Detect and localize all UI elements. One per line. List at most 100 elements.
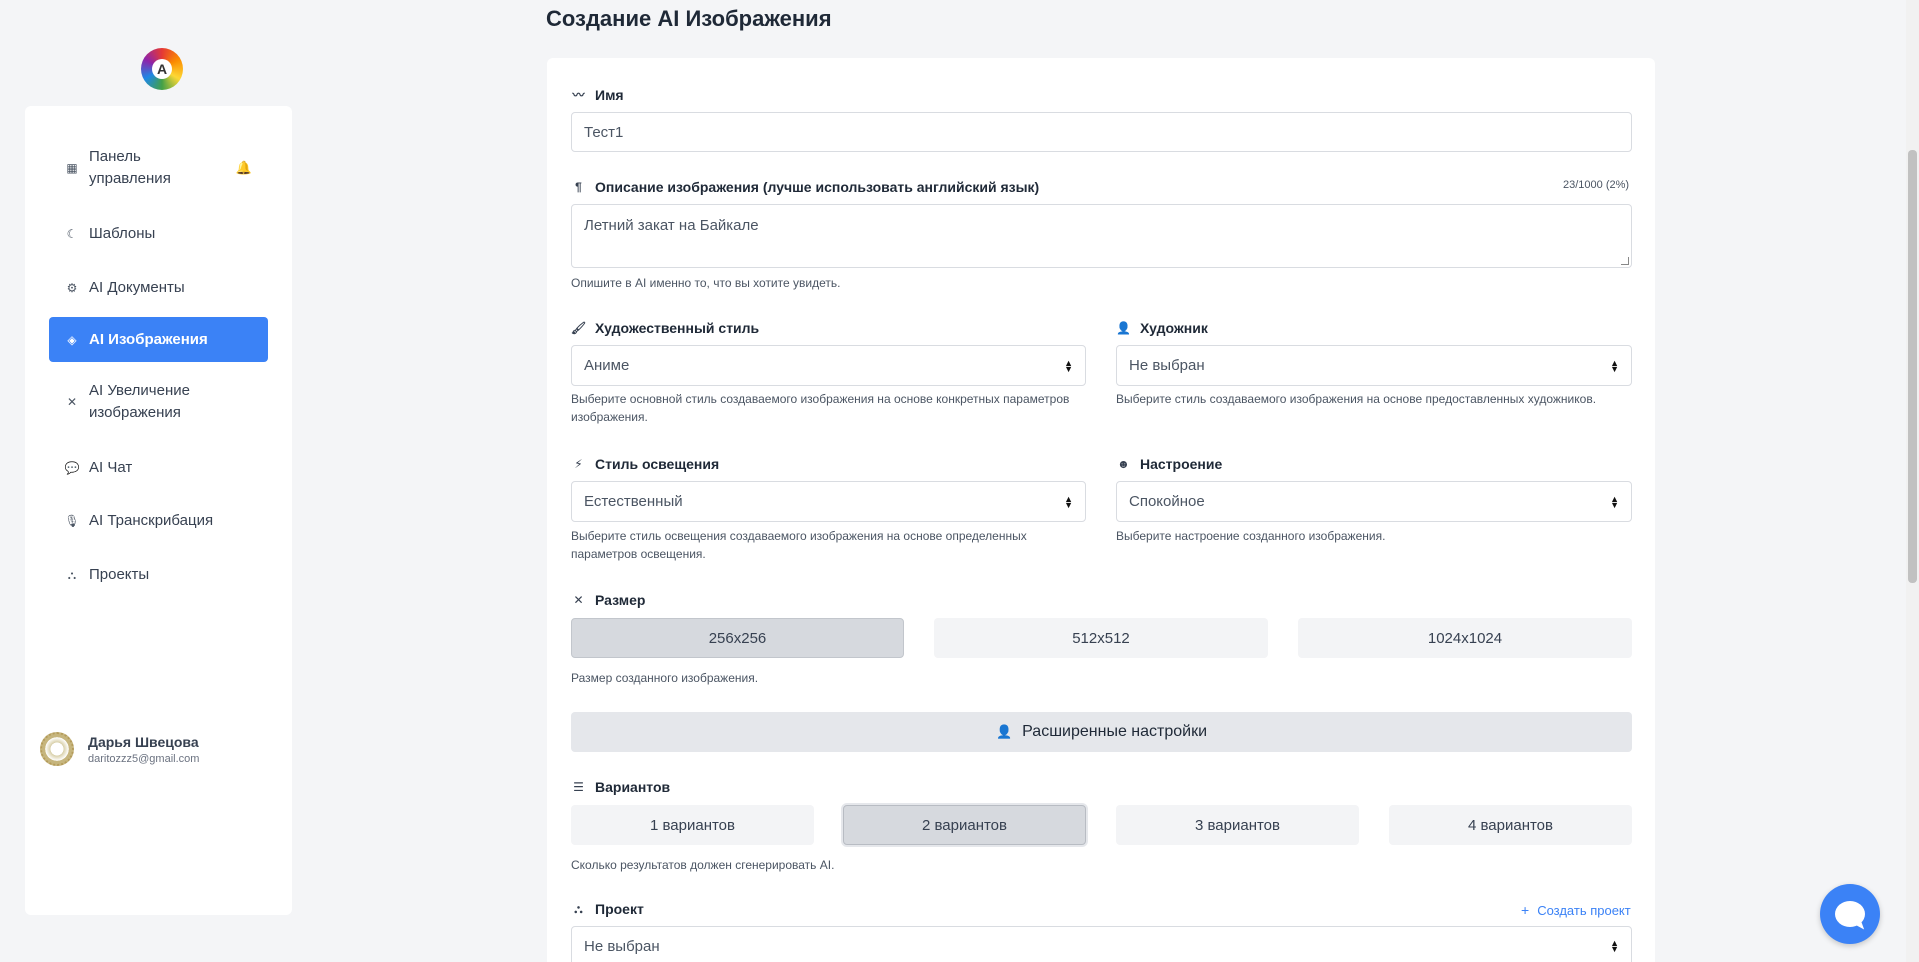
- lighting-value: Естественный: [584, 493, 683, 510]
- sidebar-item-ai-chat[interactable]: 💬 AI Чат: [49, 446, 268, 490]
- sidebar-item-label: AI Чат: [89, 459, 133, 476]
- create-project-link[interactable]: + Создать проект: [1521, 902, 1631, 918]
- project-diagram-icon: ⛬: [574, 901, 583, 916]
- lighting-label-text: Стиль освещения: [595, 456, 720, 472]
- avatar: [40, 732, 74, 766]
- logo-letter: A: [156, 61, 168, 77]
- size-hint: Размер созданного изображения.: [571, 671, 759, 685]
- mood-select[interactable]: Спокойное ▲ ▼: [1116, 481, 1632, 522]
- microphone-icon: 🎙: [64, 514, 80, 528]
- name-input[interactable]: Тест1: [571, 112, 1632, 152]
- description-textarea[interactable]: Летний закат на Байкале: [571, 204, 1632, 268]
- project-select[interactable]: Не выбран ▲ ▼: [571, 926, 1632, 962]
- sidebar-item-label: AI Изображения: [89, 330, 208, 348]
- user-profile[interactable]: Дарья Швецова daritozzz5@gmail.com: [40, 732, 199, 766]
- chat-bubble-icon: [1835, 901, 1865, 927]
- mood-label-text: Настроение: [1140, 456, 1223, 472]
- sidebar-item-label: Шаблоны: [89, 225, 156, 242]
- artist-select[interactable]: Не выбран ▲ ▼: [1116, 345, 1632, 386]
- sort-icon: ▲ ▼: [1064, 357, 1073, 374]
- sidebar-item-templates[interactable]: ☾ Шаблоны: [49, 212, 268, 256]
- description-text: Летний закат на Байкале: [584, 217, 759, 234]
- artist-value: Не выбран: [1129, 357, 1205, 374]
- sidebar-item-ai-upscale[interactable]: ✕ AI Увеличение изображения: [49, 380, 268, 424]
- project-label: ⛬ Проект: [571, 901, 644, 917]
- sidebar-item-projects[interactable]: ⛬ Проекты: [49, 553, 268, 597]
- project-value: Не выбран: [584, 937, 660, 955]
- sort-icon: ▲ ▼: [1610, 938, 1619, 954]
- expand-icon: ✕: [573, 593, 584, 607]
- user-name: Дарья Швецова: [88, 733, 199, 750]
- art-style-value: Аниме: [584, 357, 630, 374]
- variants-option-4[interactable]: 4 вариантов: [1389, 805, 1632, 845]
- project-label-text: Проект: [595, 901, 644, 917]
- lighting-hint: Выберите стиль освещения создаваемого из…: [571, 529, 1027, 561]
- sidebar-item-label: AI Транскрибация: [89, 512, 214, 529]
- sidebar-item-label: Проекты: [89, 566, 150, 583]
- plus-icon: +: [1521, 902, 1530, 918]
- sidebar-item-ai-documents[interactable]: ⚙ AI Документы: [49, 266, 268, 310]
- moon-icon: ☾: [66, 227, 78, 241]
- page-scrollbar[interactable]: [1906, 0, 1919, 962]
- sidebar: ▦ Панель управления 🔔 ☾ Шаблоны ⚙ AI Док…: [25, 106, 292, 915]
- art-style-label-text: Художественный стиль: [595, 320, 760, 336]
- resize-handle[interactable]: [1621, 257, 1629, 265]
- variants-option-3[interactable]: 3 вариантов: [1116, 805, 1359, 845]
- sidebar-item-ai-images[interactable]: ◈ AI Изображения: [49, 317, 268, 362]
- artist-label-text: Художник: [1140, 320, 1208, 336]
- sidebar-item-label: AI Увеличение изображения: [89, 382, 190, 421]
- user-icon: 👤: [1116, 321, 1131, 335]
- paint-brush-icon: 🖌: [570, 321, 587, 335]
- lighting-label: ⚡ Стиль освещения: [571, 456, 719, 472]
- artist-hint: Выберите стиль создаваемого изображения …: [1116, 392, 1597, 406]
- lighting-select[interactable]: Естественный ▲ ▼: [571, 481, 1086, 522]
- art-style-label: 🖌 Художественный стиль: [571, 320, 759, 336]
- page-title: Создание AI Изображения: [546, 6, 832, 31]
- variants-label-text: Вариантов: [595, 779, 671, 795]
- art-style-select[interactable]: Аниме ▲ ▼: [571, 345, 1086, 386]
- expand-icon: ✕: [66, 395, 78, 409]
- chat-widget-button[interactable]: [1820, 884, 1880, 944]
- description-label-text: Описание изображения (лучше использовать…: [595, 179, 1040, 195]
- signature-icon: 〰: [572, 88, 585, 102]
- variants-hint: Сколько результатов должен сгенерировать…: [571, 858, 835, 872]
- mood-value: Спокойное: [1129, 493, 1205, 510]
- sidebar-item-label: AI Документы: [89, 279, 185, 296]
- project-diagram-icon: ⛬: [67, 567, 77, 582]
- size-label-text: Размер: [595, 592, 646, 608]
- list-icon: ☰: [573, 780, 584, 794]
- advanced-settings-label: Расширенные настройки: [1022, 723, 1208, 740]
- size-option-256[interactable]: 256x256: [571, 618, 904, 658]
- name-label-text: Имя: [595, 86, 624, 103]
- sidebar-item-ai-transcription[interactable]: 🎙 AI Транскрибация: [49, 499, 268, 543]
- comments-icon: 💬: [64, 461, 80, 475]
- sort-icon: ▲ ▼: [1610, 493, 1619, 510]
- scrollbar-thumb[interactable]: [1908, 150, 1917, 583]
- sort-icon: ▲ ▼: [1064, 493, 1073, 510]
- size-label: ✕ Размер: [571, 592, 645, 608]
- grid-icon: ▦: [66, 161, 78, 175]
- create-project-label: Создать проект: [1537, 902, 1631, 918]
- size-option-1024[interactable]: 1024x1024: [1298, 618, 1632, 658]
- bolt-icon: ⚡: [574, 457, 583, 471]
- variants-option-1[interactable]: 1 вариантов: [571, 805, 814, 845]
- char-counter: 23/1000 (2%): [1563, 179, 1630, 191]
- sidebar-item-dashboard[interactable]: ▦ Панель управления 🔔: [49, 146, 268, 190]
- description-label: ¶ Описание изображения (лучше использова…: [571, 179, 1039, 195]
- robot-icon: ⚙: [66, 281, 78, 295]
- bell-icon[interactable]: 🔔: [236, 160, 252, 176]
- sidebar-item-label: Панель управления: [89, 148, 171, 187]
- name-label: 〰 Имя: [571, 86, 624, 103]
- advanced-settings-button[interactable]: 👤 Расширенные настройки: [571, 712, 1632, 752]
- shapes-icon: ◈: [67, 332, 77, 347]
- description-hint: Опишите в AI именно то, что вы хотите ув…: [571, 276, 841, 290]
- sort-icon: ▲ ▼: [1610, 357, 1619, 374]
- mood-hint: Выберите настроение созданного изображен…: [1116, 529, 1386, 543]
- paragraph-icon: ¶: [575, 180, 582, 194]
- variants-option-2[interactable]: 2 вариантов: [843, 805, 1086, 845]
- size-option-512[interactable]: 512x512: [934, 618, 1268, 658]
- app-logo[interactable]: A: [141, 48, 183, 90]
- smile-icon: ☻: [1117, 457, 1130, 471]
- mood-label: ☻ Настроение: [1116, 456, 1222, 472]
- user-tie-icon: 👤: [995, 724, 1013, 739]
